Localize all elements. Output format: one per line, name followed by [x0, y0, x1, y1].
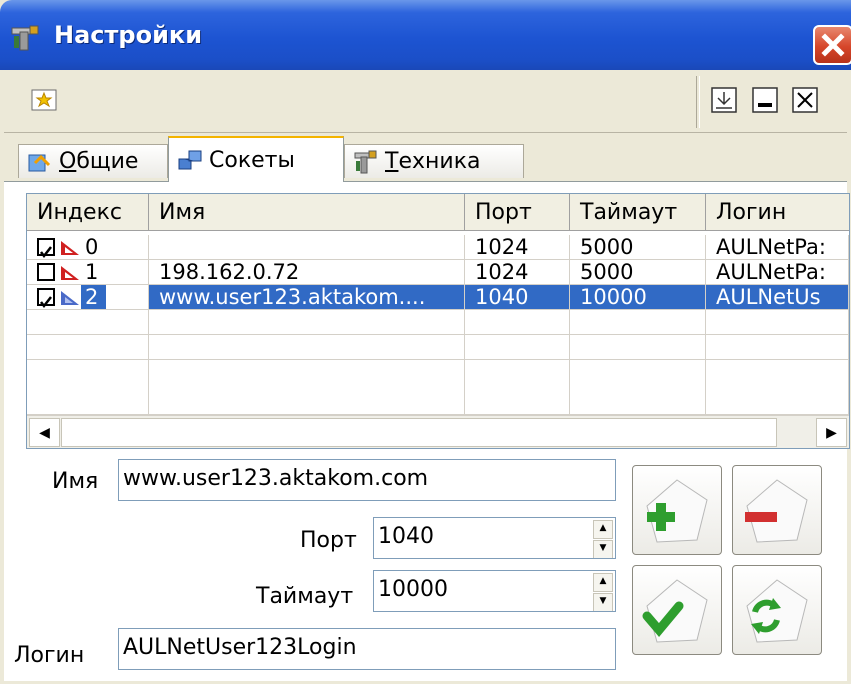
tab-hardware[interactable]: Техника	[344, 144, 524, 178]
restore-icon[interactable]	[710, 86, 738, 114]
name-cell: 198.162.0.72	[149, 260, 465, 285]
login-cell: AULNetPa:	[706, 235, 849, 260]
row-checkbox[interactable]	[37, 263, 55, 281]
close-icon	[821, 33, 845, 57]
tab-hardware-label: Техника	[385, 149, 481, 174]
timeout-input[interactable]: 10000 ▲ ▼	[373, 570, 616, 612]
apply-button[interactable]	[632, 565, 722, 655]
index-cell: 2	[27, 285, 149, 310]
tab-general[interactable]: Общие	[18, 144, 168, 178]
check-icon	[40, 296, 52, 309]
close-pane-icon[interactable]	[791, 86, 819, 114]
favorite-icon[interactable]	[30, 86, 58, 114]
tab-strip: Общие Сокеты Техника	[0, 132, 851, 182]
general-settings-icon	[28, 154, 51, 171]
sockets-page: Индекс Имя Порт Таймаут Логин 0 1024 500…	[4, 181, 850, 681]
refresh-button[interactable]	[732, 565, 822, 655]
window-title: Настройки	[54, 21, 203, 49]
toolbar	[4, 70, 847, 133]
socket-disconnected-icon	[61, 241, 79, 255]
spin-up-button[interactable]: ▲	[593, 520, 613, 539]
row-checkbox[interactable]	[37, 288, 55, 309]
column-header-name[interactable]: Имя	[149, 194, 465, 231]
settings-window: Настройки Общие Сокеты Техника Индекс Им…	[0, 0, 851, 684]
check-page-icon	[642, 579, 708, 643]
timeout-value: 10000	[378, 577, 448, 602]
port-spinner[interactable]: ▲ ▼	[593, 520, 613, 558]
port-value: 1040	[378, 524, 434, 549]
check-icon	[40, 246, 52, 259]
remove-socket-button[interactable]	[732, 465, 822, 555]
timeout-label: Таймаут	[256, 584, 354, 609]
empty-row	[27, 335, 849, 360]
table-row-selected[interactable]: 2 www.user123.aktakom.... 1040 10000 AUL…	[27, 285, 849, 310]
tab-sockets[interactable]: Сокеты	[168, 136, 344, 182]
tab-sockets-label: Сокеты	[209, 147, 295, 173]
name-cell: www.user123.aktakom....	[149, 285, 465, 310]
port-input[interactable]: 1040 ▲ ▼	[373, 517, 616, 559]
empty-row	[27, 310, 849, 335]
timeout-spinner[interactable]: ▲ ▼	[593, 573, 613, 611]
timeout-cell: 5000	[570, 260, 706, 285]
row-index: 0	[85, 235, 99, 259]
close-window-button[interactable]	[813, 25, 851, 65]
add-socket-button[interactable]	[632, 465, 722, 555]
index-cell: 0	[27, 235, 149, 260]
toolbar-separator	[696, 76, 700, 128]
sockets-grid[interactable]: Индекс Имя Порт Таймаут Логин 0 1024 500…	[26, 193, 850, 449]
column-header-index[interactable]: Индекс	[27, 194, 149, 231]
table-row[interactable]: 0 1024 5000 AULNetPa:	[27, 235, 849, 260]
row-checkbox[interactable]	[37, 238, 55, 259]
tab-general-label: Общие	[59, 149, 139, 174]
row-index: 1	[85, 260, 99, 284]
table-row[interactable]: 1 198.162.0.72 1024 5000 AULNetPa:	[27, 260, 849, 285]
refresh-page-icon	[746, 579, 808, 643]
port-cell: 1024	[465, 260, 570, 285]
port-label: Порт	[300, 528, 357, 553]
title-bar[interactable]: Настройки	[0, 0, 851, 70]
name-cell	[149, 235, 465, 260]
name-input[interactable]: www.user123.aktakom.com	[118, 459, 616, 501]
login-cell: AULNetUs	[706, 285, 849, 310]
spin-down-button[interactable]: ▼	[593, 593, 613, 611]
tools-icon	[11, 25, 39, 51]
spin-down-button[interactable]: ▼	[593, 540, 613, 558]
login-label: Логин	[14, 643, 85, 668]
scroll-right-button[interactable]: ▶	[816, 418, 847, 447]
column-header-timeout[interactable]: Таймаут	[570, 194, 706, 231]
empty-row	[27, 360, 849, 415]
name-label: Имя	[52, 469, 99, 494]
scrollbar-thumb[interactable]	[61, 418, 777, 447]
column-header-login[interactable]: Логин	[706, 194, 849, 231]
tools-icon	[354, 150, 377, 173]
socket-connecting-icon	[61, 291, 79, 305]
port-cell: 1024	[465, 235, 570, 260]
horizontal-scrollbar[interactable]: ◀ ▶	[27, 415, 849, 448]
port-cell: 1040	[465, 285, 570, 310]
remove-page-icon	[745, 479, 808, 543]
minimize-icon[interactable]	[751, 86, 779, 114]
add-page-icon	[646, 479, 708, 543]
scroll-left-button[interactable]: ◀	[29, 418, 60, 447]
timeout-cell: 10000	[570, 285, 706, 310]
socket-disconnected-icon	[61, 266, 79, 280]
index-cell: 1	[27, 260, 149, 285]
login-cell: AULNetPa:	[706, 260, 849, 285]
row-index: 2	[81, 285, 107, 309]
column-header-port[interactable]: Порт	[465, 194, 570, 231]
login-input[interactable]: AULNetUser123Login	[118, 628, 616, 670]
spin-up-button[interactable]: ▲	[593, 573, 613, 592]
network-icon	[178, 150, 202, 170]
timeout-cell: 5000	[570, 235, 706, 260]
